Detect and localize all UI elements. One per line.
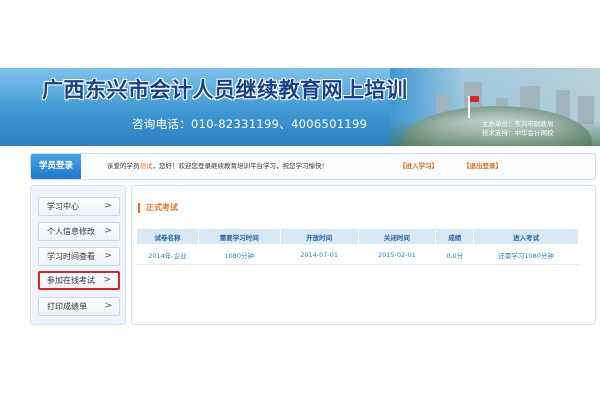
sidebar-item-online-exam[interactable]: 参加在线考试 >	[38, 271, 120, 290]
logout-link[interactable]: 【退出登录】	[463, 154, 502, 179]
tech-support-line: 技术支持：中华会计网校	[482, 129, 554, 137]
chevron-right-icon: >	[104, 301, 112, 311]
contact-phone: 咨询电话：010-82331199、4006501199	[132, 117, 368, 131]
col-header-open-time: 开放时间	[279, 228, 359, 245]
page: 广西东兴市会计人员继续教育网上培训 咨询电话：010-82331199、4006…	[0, 0, 600, 400]
col-header-close-time: 关闭时间	[357, 228, 437, 245]
sidebar-item-study-time[interactable]: 学习时间查看 >	[38, 247, 120, 266]
table-row: 2014年-企业 1080分钟 2014-07-01 2015-02-01 0.…	[136, 244, 579, 265]
organizer-info: 主办单位：东兴市财政局 技术支持：中华会计网校	[482, 120, 554, 138]
enter-exam-status[interactable]: 还需学习1080分钟	[473, 244, 579, 265]
sidebar-nav: 学习中心 > 个人信息修改 > 学习时间查看 > 参加在线考试 > 打印成绩单 …	[30, 185, 126, 325]
chevron-right-icon: >	[103, 275, 111, 285]
sidebar-item-label: 参加在线考试	[47, 276, 95, 285]
site-title: 广西东兴市会计人员继续教育网上培训	[42, 78, 408, 102]
organizer-line: 主办单位：东兴市财政局	[482, 120, 554, 128]
col-header-enter-exam: 进入考试	[473, 228, 579, 245]
sidebar-item-label: 学习时间查看	[47, 252, 95, 261]
site-banner: 广西东兴市会计人员继续教育网上培训 咨询电话：010-82331199、4006…	[0, 68, 600, 146]
sidebar-item-label: 打印成绩单	[47, 302, 87, 311]
sidebar-item-edit-profile[interactable]: 个人信息修改 >	[38, 222, 120, 241]
col-header-score: 成绩	[435, 228, 475, 245]
cell-paper-name: 2014年-企业	[136, 244, 199, 265]
chevron-right-icon: >	[104, 226, 112, 236]
enter-study-link[interactable]: 【进入学习】	[399, 154, 438, 179]
col-header-paper-name: 试卷名称	[136, 228, 199, 245]
exam-table: 试卷名称 需要学习时间 开放时间 关闭时间 成绩 进入考试 2014年-企业 1…	[136, 228, 579, 265]
welcome-message: 亲爱的学员测试，您好！欢迎您登录继续教育培训平台学习，祝您学习愉快！	[107, 154, 328, 179]
chevron-right-icon: >	[104, 201, 112, 211]
sidebar-item-label: 学习中心	[47, 202, 79, 211]
sidebar-item-study-center[interactable]: 学习中心 >	[38, 197, 120, 216]
cell-open-time: 2014-07-01	[280, 244, 358, 265]
section-title: 正式考试	[138, 203, 178, 213]
sidebar-item-label: 个人信息修改	[47, 227, 95, 236]
username: 测试	[139, 162, 153, 170]
col-header-required-time: 需要学习时间	[197, 228, 281, 245]
table-header-row: 试卷名称 需要学习时间 开放时间 关闭时间 成绩 进入考试	[136, 228, 579, 245]
cell-required-time: 1080分钟	[198, 244, 281, 265]
flag-icon	[468, 96, 479, 118]
main-content: 正式考试 试卷名称 需要学习时间 开放时间 关闭时间 成绩 进入考试 2014年…	[131, 185, 596, 325]
chevron-right-icon: >	[104, 251, 112, 261]
cell-score: 0.0分	[435, 244, 474, 265]
greeting-prefix: 亲爱的学员	[107, 162, 140, 170]
login-bar: 学员登录 亲爱的学员测试，您好！欢迎您登录继续教育培训平台学习，祝您学习愉快！ …	[30, 153, 596, 180]
student-login-tab[interactable]: 学员登录	[31, 154, 81, 179]
sidebar-item-print-transcript[interactable]: 打印成绩单 >	[38, 297, 120, 316]
cell-close-time: 2015-02-01	[358, 244, 436, 265]
greeting-suffix: ，您好！欢迎您登录继续教育培训平台学习，祝您学习愉快！	[152, 162, 329, 170]
